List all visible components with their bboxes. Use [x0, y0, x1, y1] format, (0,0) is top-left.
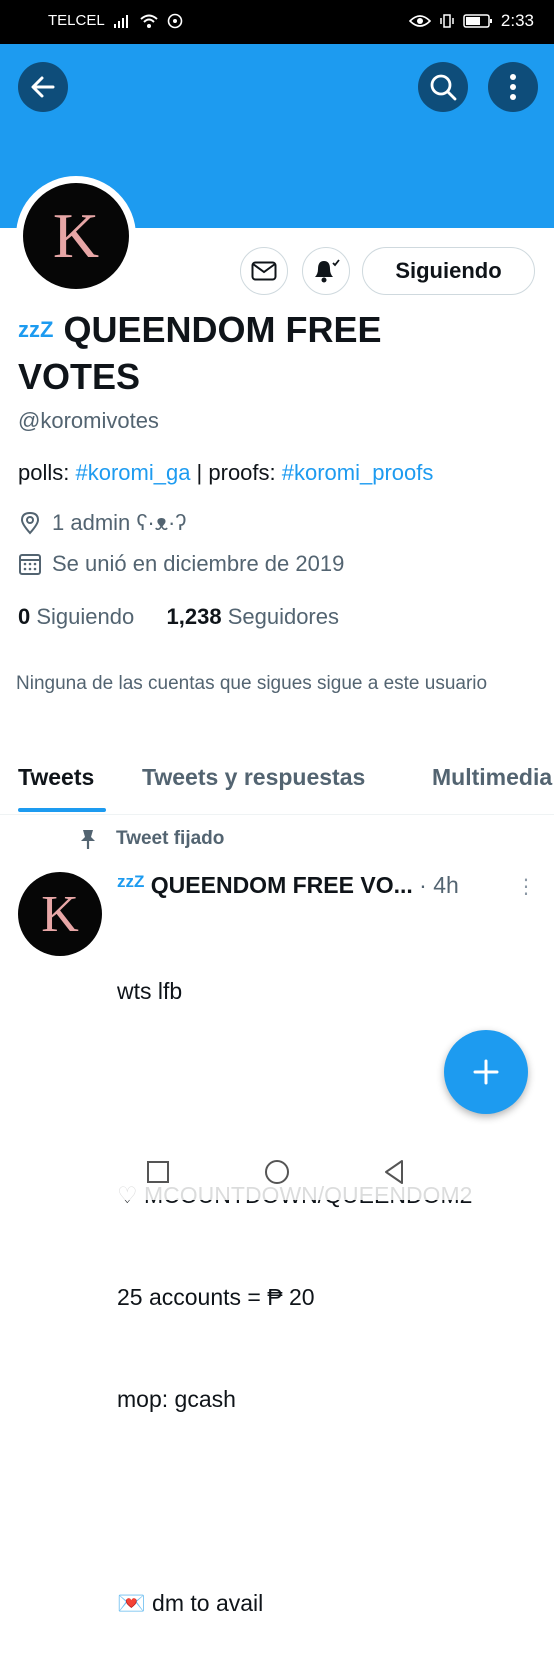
more-options-button[interactable] — [488, 62, 538, 112]
arrow-left-icon — [31, 76, 55, 98]
zzz-emoji: zzZ — [117, 872, 145, 891]
profile-tabs: Tweets Tweets y respuestas Multimedia — [0, 756, 554, 815]
avatar-image: K — [23, 183, 129, 289]
recents-icon[interactable] — [146, 1160, 170, 1184]
home-icon[interactable] — [264, 1159, 290, 1185]
status-right: 2:33 — [408, 11, 534, 31]
tweet-line: mop: gcash — [117, 1386, 236, 1412]
tweet-avatar[interactable]: K — [18, 872, 102, 956]
pinned-label: Tweet fijado — [78, 828, 224, 850]
tab-tweets[interactable]: Tweets — [18, 764, 94, 791]
display-name: QUEENDOM FREE VOTES — [18, 309, 382, 397]
wifi-icon — [140, 14, 158, 28]
tweet-line — [117, 1076, 472, 1110]
search-icon — [430, 74, 457, 101]
vibrate-icon — [440, 14, 454, 28]
tab-media[interactable]: Multimedia — [432, 764, 552, 791]
profile-name: zzZ QUEENDOM FREE VOTES — [18, 306, 478, 400]
back-button[interactable] — [18, 62, 68, 112]
clock: 2:33 — [500, 11, 534, 30]
followers-label: Seguidores — [227, 604, 339, 629]
tweet-time: · 4h — [412, 872, 459, 898]
carrier-label: TELCEL — [48, 12, 105, 29]
tweet-line: 💌 dm to avail — [117, 1590, 264, 1616]
hashtag-link[interactable]: #koromi_ga — [75, 460, 190, 485]
search-button[interactable] — [418, 62, 468, 112]
profile-handle: @koromivotes — [18, 408, 159, 433]
tab-tweets-replies[interactable]: Tweets y respuestas — [142, 764, 365, 791]
followers-link[interactable]: 1,238 Seguidores — [167, 604, 340, 629]
compose-tweet-button[interactable] — [444, 1030, 528, 1114]
location-pin-icon — [20, 511, 40, 535]
pinned-text: Tweet fijado — [116, 828, 225, 849]
active-tab-indicator — [18, 808, 106, 812]
bio-text: polls: — [18, 460, 76, 485]
following-link[interactable]: 0 Siguiendo — [18, 604, 134, 629]
signal-icon — [113, 14, 128, 28]
tweet-line: 25 accounts = ₱ 20 — [117, 1284, 315, 1310]
notifications-button[interactable] — [302, 247, 350, 295]
plus-icon — [473, 1059, 499, 1085]
whatsapp-icon — [167, 13, 183, 28]
tweet-line — [117, 1484, 472, 1518]
bell-icon — [315, 259, 340, 283]
tweet-line: wts lfb — [117, 978, 183, 1004]
follow-stats: 0 Siguiendo 1,238 Seguidores — [18, 604, 339, 630]
profile-avatar[interactable]: K — [16, 176, 136, 296]
vertical-dots-icon — [510, 74, 516, 100]
eye-icon — [408, 15, 431, 27]
status-left: TELCEL — [48, 12, 183, 29]
back-nav-icon[interactable] — [382, 1159, 406, 1185]
status-bar: TELCEL 2:33 — [0, 0, 554, 44]
zzz-emoji: zzZ — [18, 317, 54, 342]
tweet-header: zzZ QUEENDOM FREE VO... · 4h — [117, 872, 459, 899]
calendar-icon — [19, 554, 41, 575]
profile-joined: Se unió en diciembre de 2019 — [18, 551, 344, 577]
tweet-more-icon[interactable]: ⋮ — [516, 874, 536, 899]
location-text: 1 admin ʕ·ᴥ·ʔ — [52, 510, 187, 535]
following-button[interactable]: Siguiendo — [362, 247, 535, 295]
message-button[interactable] — [240, 247, 288, 295]
envelope-icon — [251, 261, 277, 281]
battery-icon — [463, 14, 492, 28]
tweet-text: wts lfb ♡ MCOUNTDOWN/QUEENDOM2 25 accoun… — [117, 906, 472, 1654]
followers-count: 1,238 — [166, 604, 222, 629]
tweet-author[interactable]: QUEENDOM FREE VO... — [151, 872, 413, 898]
profile-bio: polls: #koromi_ga | proofs: #koromi_proo… — [18, 460, 433, 486]
hashtag-link[interactable]: #koromi_proofs — [282, 460, 434, 485]
pin-icon — [81, 830, 95, 849]
system-navigation-bar — [0, 1148, 554, 1200]
following-label: Siguiendo — [36, 604, 135, 629]
following-count: 0 — [18, 604, 31, 629]
joined-text: Se unió en diciembre de 2019 — [52, 551, 345, 576]
profile-location: 1 admin ʕ·ᴥ·ʔ — [18, 510, 186, 536]
bio-text: | proofs: — [190, 460, 282, 485]
followers-you-know: Ninguna de las cuentas que sigues sigue … — [16, 673, 488, 694]
